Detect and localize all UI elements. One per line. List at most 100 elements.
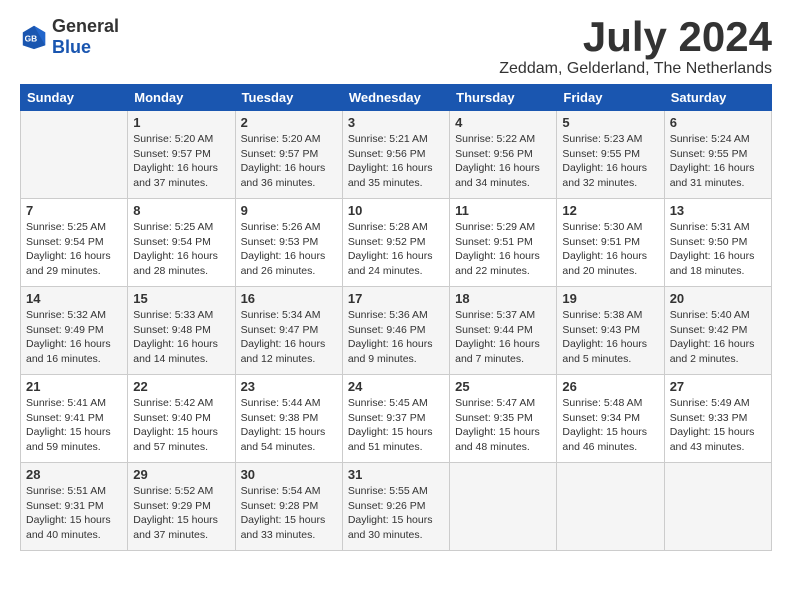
day-number: 4 [455,115,551,130]
day-number: 12 [562,203,658,218]
day-number: 28 [26,467,122,482]
day-number: 8 [133,203,229,218]
day-number: 16 [241,291,337,306]
day-info: Sunrise: 5:30 AMSunset: 9:51 PMDaylight:… [562,220,658,279]
table-row: 3 Sunrise: 5:21 AMSunset: 9:56 PMDayligh… [342,111,449,199]
day-info: Sunrise: 5:45 AMSunset: 9:37 PMDaylight:… [348,396,444,455]
table-row: 14 Sunrise: 5:32 AMSunset: 9:49 PMDaylig… [21,287,128,375]
day-info: Sunrise: 5:48 AMSunset: 9:34 PMDaylight:… [562,396,658,455]
day-number: 18 [455,291,551,306]
table-row [664,463,771,551]
day-number: 23 [241,379,337,394]
day-number: 25 [455,379,551,394]
table-row: 12 Sunrise: 5:30 AMSunset: 9:51 PMDaylig… [557,199,664,287]
col-tuesday: Tuesday [235,85,342,111]
month-title: July 2024 [499,16,772,58]
table-row [450,463,557,551]
day-number: 26 [562,379,658,394]
day-info: Sunrise: 5:36 AMSunset: 9:46 PMDaylight:… [348,308,444,367]
logo: GB General Blue [20,16,119,58]
day-number: 6 [670,115,766,130]
table-row: 20 Sunrise: 5:40 AMSunset: 9:42 PMDaylig… [664,287,771,375]
table-row: 10 Sunrise: 5:28 AMSunset: 9:52 PMDaylig… [342,199,449,287]
day-number: 20 [670,291,766,306]
col-saturday: Saturday [664,85,771,111]
day-info: Sunrise: 5:34 AMSunset: 9:47 PMDaylight:… [241,308,337,367]
day-info: Sunrise: 5:49 AMSunset: 9:33 PMDaylight:… [670,396,766,455]
day-info: Sunrise: 5:52 AMSunset: 9:29 PMDaylight:… [133,484,229,543]
logo-blue: Blue [52,37,91,57]
table-row: 8 Sunrise: 5:25 AMSunset: 9:54 PMDayligh… [128,199,235,287]
day-info: Sunrise: 5:22 AMSunset: 9:56 PMDaylight:… [455,132,551,191]
day-number: 10 [348,203,444,218]
day-number: 17 [348,291,444,306]
day-number: 1 [133,115,229,130]
table-row: 22 Sunrise: 5:42 AMSunset: 9:40 PMDaylig… [128,375,235,463]
table-row: 13 Sunrise: 5:31 AMSunset: 9:50 PMDaylig… [664,199,771,287]
day-number: 31 [348,467,444,482]
day-info: Sunrise: 5:38 AMSunset: 9:43 PMDaylight:… [562,308,658,367]
table-row: 28 Sunrise: 5:51 AMSunset: 9:31 PMDaylig… [21,463,128,551]
col-monday: Monday [128,85,235,111]
day-info: Sunrise: 5:24 AMSunset: 9:55 PMDaylight:… [670,132,766,191]
svg-text:GB: GB [25,34,38,44]
table-row: 15 Sunrise: 5:33 AMSunset: 9:48 PMDaylig… [128,287,235,375]
col-friday: Friday [557,85,664,111]
day-number: 30 [241,467,337,482]
day-number: 19 [562,291,658,306]
day-info: Sunrise: 5:41 AMSunset: 9:41 PMDaylight:… [26,396,122,455]
table-row: 29 Sunrise: 5:52 AMSunset: 9:29 PMDaylig… [128,463,235,551]
day-number: 7 [26,203,122,218]
day-info: Sunrise: 5:31 AMSunset: 9:50 PMDaylight:… [670,220,766,279]
day-info: Sunrise: 5:21 AMSunset: 9:56 PMDaylight:… [348,132,444,191]
day-number: 9 [241,203,337,218]
day-number: 2 [241,115,337,130]
table-row: 24 Sunrise: 5:45 AMSunset: 9:37 PMDaylig… [342,375,449,463]
day-number: 11 [455,203,551,218]
page-container: GB General Blue July 2024 Zeddam, Gelder… [0,0,792,561]
table-row: 30 Sunrise: 5:54 AMSunset: 9:28 PMDaylig… [235,463,342,551]
day-info: Sunrise: 5:40 AMSunset: 9:42 PMDaylight:… [670,308,766,367]
day-info: Sunrise: 5:20 AMSunset: 9:57 PMDaylight:… [133,132,229,191]
day-number: 14 [26,291,122,306]
table-row: 27 Sunrise: 5:49 AMSunset: 9:33 PMDaylig… [664,375,771,463]
calendar-week-row: 1 Sunrise: 5:20 AMSunset: 9:57 PMDayligh… [21,111,772,199]
day-number: 13 [670,203,766,218]
col-sunday: Sunday [21,85,128,111]
col-thursday: Thursday [450,85,557,111]
table-row: 4 Sunrise: 5:22 AMSunset: 9:56 PMDayligh… [450,111,557,199]
day-number: 22 [133,379,229,394]
day-info: Sunrise: 5:44 AMSunset: 9:38 PMDaylight:… [241,396,337,455]
day-number: 21 [26,379,122,394]
day-info: Sunrise: 5:25 AMSunset: 9:54 PMDaylight:… [26,220,122,279]
table-row: 11 Sunrise: 5:29 AMSunset: 9:51 PMDaylig… [450,199,557,287]
table-row: 26 Sunrise: 5:48 AMSunset: 9:34 PMDaylig… [557,375,664,463]
calendar-week-row: 14 Sunrise: 5:32 AMSunset: 9:49 PMDaylig… [21,287,772,375]
location-title: Zeddam, Gelderland, The Netherlands [499,60,772,78]
title-block: July 2024 Zeddam, Gelderland, The Nether… [499,16,772,78]
calendar-header-row: Sunday Monday Tuesday Wednesday Thursday… [21,85,772,111]
logo-icon: GB [20,23,48,51]
table-row [557,463,664,551]
day-info: Sunrise: 5:37 AMSunset: 9:44 PMDaylight:… [455,308,551,367]
day-info: Sunrise: 5:32 AMSunset: 9:49 PMDaylight:… [26,308,122,367]
table-row: 5 Sunrise: 5:23 AMSunset: 9:55 PMDayligh… [557,111,664,199]
table-row: 7 Sunrise: 5:25 AMSunset: 9:54 PMDayligh… [21,199,128,287]
day-info: Sunrise: 5:47 AMSunset: 9:35 PMDaylight:… [455,396,551,455]
day-info: Sunrise: 5:23 AMSunset: 9:55 PMDaylight:… [562,132,658,191]
header: GB General Blue July 2024 Zeddam, Gelder… [20,16,772,78]
table-row: 25 Sunrise: 5:47 AMSunset: 9:35 PMDaylig… [450,375,557,463]
day-info: Sunrise: 5:29 AMSunset: 9:51 PMDaylight:… [455,220,551,279]
day-info: Sunrise: 5:26 AMSunset: 9:53 PMDaylight:… [241,220,337,279]
day-info: Sunrise: 5:33 AMSunset: 9:48 PMDaylight:… [133,308,229,367]
day-info: Sunrise: 5:55 AMSunset: 9:26 PMDaylight:… [348,484,444,543]
table-row: 16 Sunrise: 5:34 AMSunset: 9:47 PMDaylig… [235,287,342,375]
day-number: 15 [133,291,229,306]
day-number: 3 [348,115,444,130]
table-row: 21 Sunrise: 5:41 AMSunset: 9:41 PMDaylig… [21,375,128,463]
calendar-week-row: 7 Sunrise: 5:25 AMSunset: 9:54 PMDayligh… [21,199,772,287]
day-number: 24 [348,379,444,394]
logo-text: General Blue [52,16,119,58]
table-row: 19 Sunrise: 5:38 AMSunset: 9:43 PMDaylig… [557,287,664,375]
calendar-week-row: 21 Sunrise: 5:41 AMSunset: 9:41 PMDaylig… [21,375,772,463]
